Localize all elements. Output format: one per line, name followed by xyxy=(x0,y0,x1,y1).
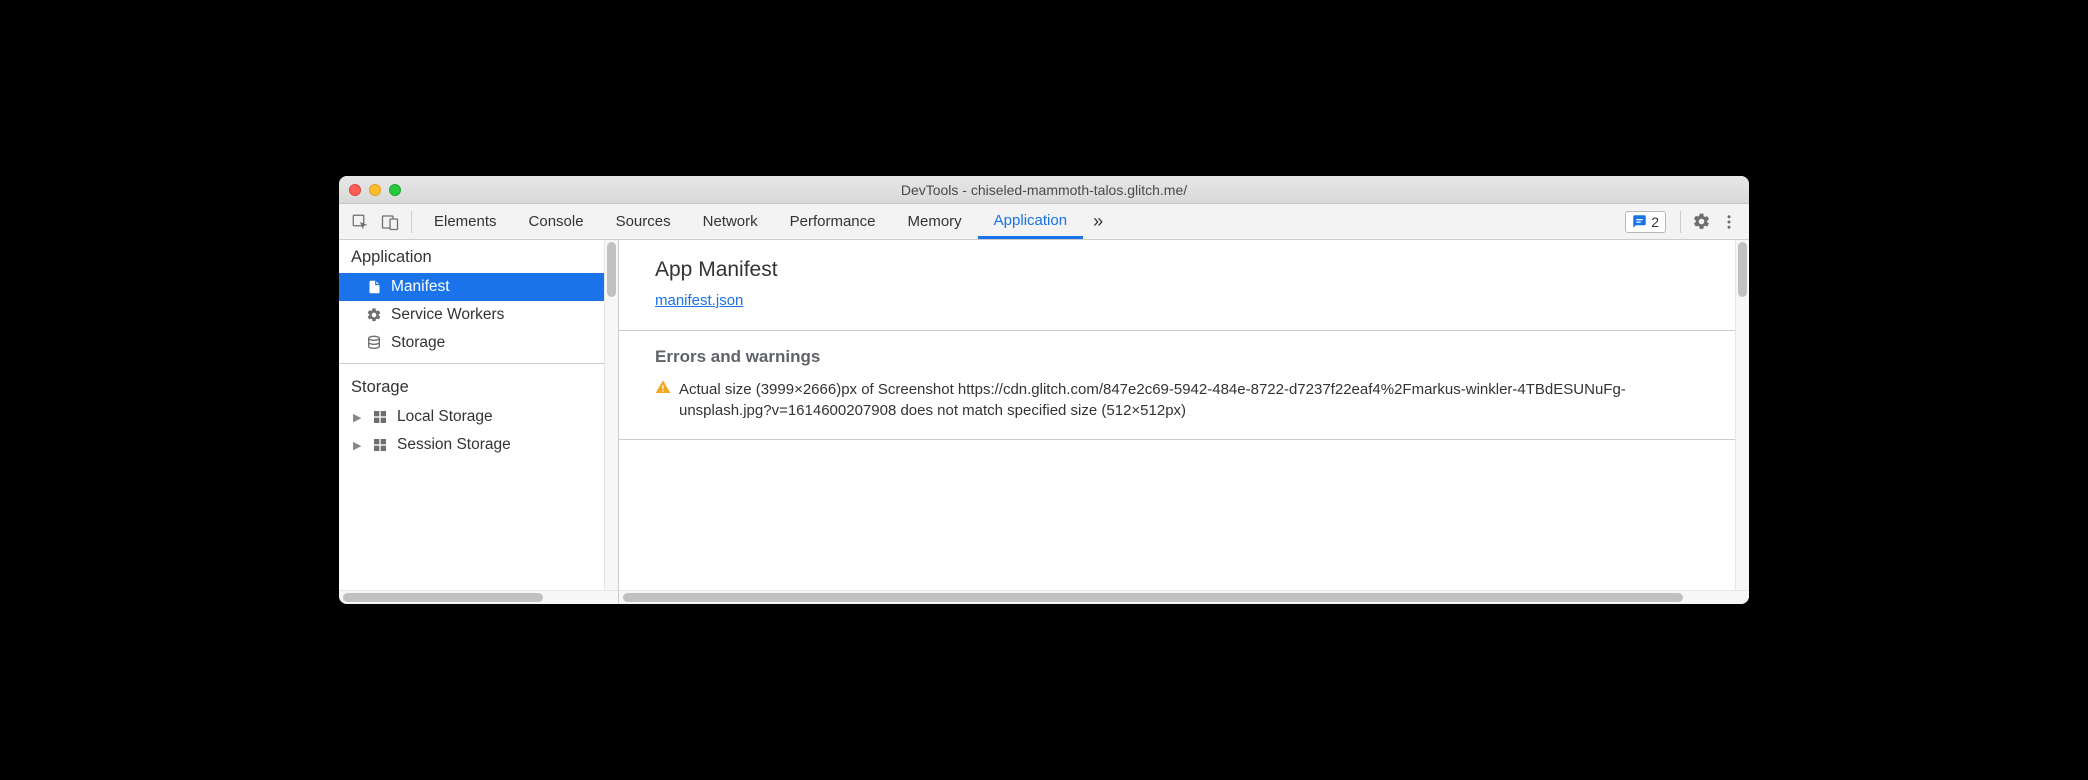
inspect-element-icon[interactable] xyxy=(345,207,375,237)
sidebar-item-label: Service Workers xyxy=(391,306,504,324)
panel-body: Application Manifest Service Workers Sto… xyxy=(339,240,1749,590)
database-icon xyxy=(365,334,383,352)
errors-warnings-title: Errors and warnings xyxy=(655,347,1713,367)
devtools-toolbar: Elements Console Sources Network Perform… xyxy=(339,204,1749,240)
horizontal-scrollbars xyxy=(339,590,1749,604)
window-traffic-lights xyxy=(349,184,401,196)
main-scrollbar-thumb[interactable] xyxy=(1738,242,1747,297)
main-scrollbar-vertical[interactable] xyxy=(1735,240,1749,590)
manifest-file-link[interactable]: manifest.json xyxy=(655,292,743,309)
maximize-window-button[interactable] xyxy=(389,184,401,196)
sidebar-h-scrollbar-thumb[interactable] xyxy=(343,593,543,602)
sidebar-item-label: Manifest xyxy=(391,278,450,296)
sidebar-item-service-workers[interactable]: Service Workers xyxy=(339,301,618,329)
window-title: DevTools - chiseled-mammoth-talos.glitch… xyxy=(339,182,1749,198)
sidebar-item-local-storage[interactable]: ▶ Local Storage xyxy=(339,403,618,431)
sidebar-item-manifest[interactable]: Manifest xyxy=(339,273,618,301)
section-divider-2 xyxy=(619,439,1749,440)
application-sidebar: Application Manifest Service Workers Sto… xyxy=(339,240,619,590)
sidebar-divider xyxy=(339,363,618,364)
document-icon xyxy=(365,278,383,296)
toolbar-separator-2 xyxy=(1680,211,1681,233)
more-tabs-button[interactable]: » xyxy=(1083,211,1113,232)
manifest-panel: App Manifest manifest.json Errors and wa… xyxy=(619,240,1749,590)
sidebar-item-storage[interactable]: Storage xyxy=(339,329,618,357)
sidebar-item-label: Local Storage xyxy=(397,408,493,426)
sidebar-item-label: Storage xyxy=(391,334,445,352)
device-toggle-icon[interactable] xyxy=(375,207,405,237)
toolbar-separator xyxy=(411,211,412,233)
tab-application[interactable]: Application xyxy=(978,204,1083,239)
more-options-icon[interactable] xyxy=(1715,213,1743,231)
grid-icon xyxy=(371,436,389,454)
message-count: 2 xyxy=(1651,214,1659,230)
message-icon xyxy=(1632,214,1647,229)
warning-icon xyxy=(655,379,671,401)
sidebar-item-session-storage[interactable]: ▶ Session Storage xyxy=(339,431,618,459)
devtools-window: DevTools - chiseled-mammoth-talos.glitch… xyxy=(339,176,1749,604)
sidebar-h-scrollbar[interactable] xyxy=(339,590,619,604)
gear-icon xyxy=(365,306,383,324)
tab-sources[interactable]: Sources xyxy=(600,204,687,239)
minimize-window-button[interactable] xyxy=(369,184,381,196)
panel-tabs: Elements Console Sources Network Perform… xyxy=(418,204,1083,239)
main-h-scrollbar[interactable] xyxy=(619,590,1749,604)
tab-network[interactable]: Network xyxy=(687,204,774,239)
main-h-scrollbar-thumb[interactable] xyxy=(623,593,1683,602)
settings-icon[interactable] xyxy=(1687,212,1715,231)
warning-row: Actual size (3999×2666)px of Screenshot … xyxy=(655,379,1713,421)
tab-memory[interactable]: Memory xyxy=(892,204,978,239)
sidebar-scrollbar[interactable] xyxy=(604,240,618,590)
close-window-button[interactable] xyxy=(349,184,361,196)
panel-heading: App Manifest xyxy=(655,258,1713,282)
console-messages-badge[interactable]: 2 xyxy=(1625,211,1666,233)
sidebar-group-storage: Storage xyxy=(339,370,618,403)
section-divider xyxy=(619,330,1749,331)
sidebar-scrollbar-thumb[interactable] xyxy=(607,242,616,297)
sidebar-group-application: Application xyxy=(339,240,618,273)
titlebar: DevTools - chiseled-mammoth-talos.glitch… xyxy=(339,176,1749,204)
tab-console[interactable]: Console xyxy=(513,204,600,239)
expand-arrow-icon: ▶ xyxy=(353,411,363,424)
expand-arrow-icon: ▶ xyxy=(353,439,363,452)
tab-performance[interactable]: Performance xyxy=(774,204,892,239)
warning-text: Actual size (3999×2666)px of Screenshot … xyxy=(679,379,1713,421)
tab-elements[interactable]: Elements xyxy=(418,204,513,239)
sidebar-item-label: Session Storage xyxy=(397,436,511,454)
grid-icon xyxy=(371,408,389,426)
